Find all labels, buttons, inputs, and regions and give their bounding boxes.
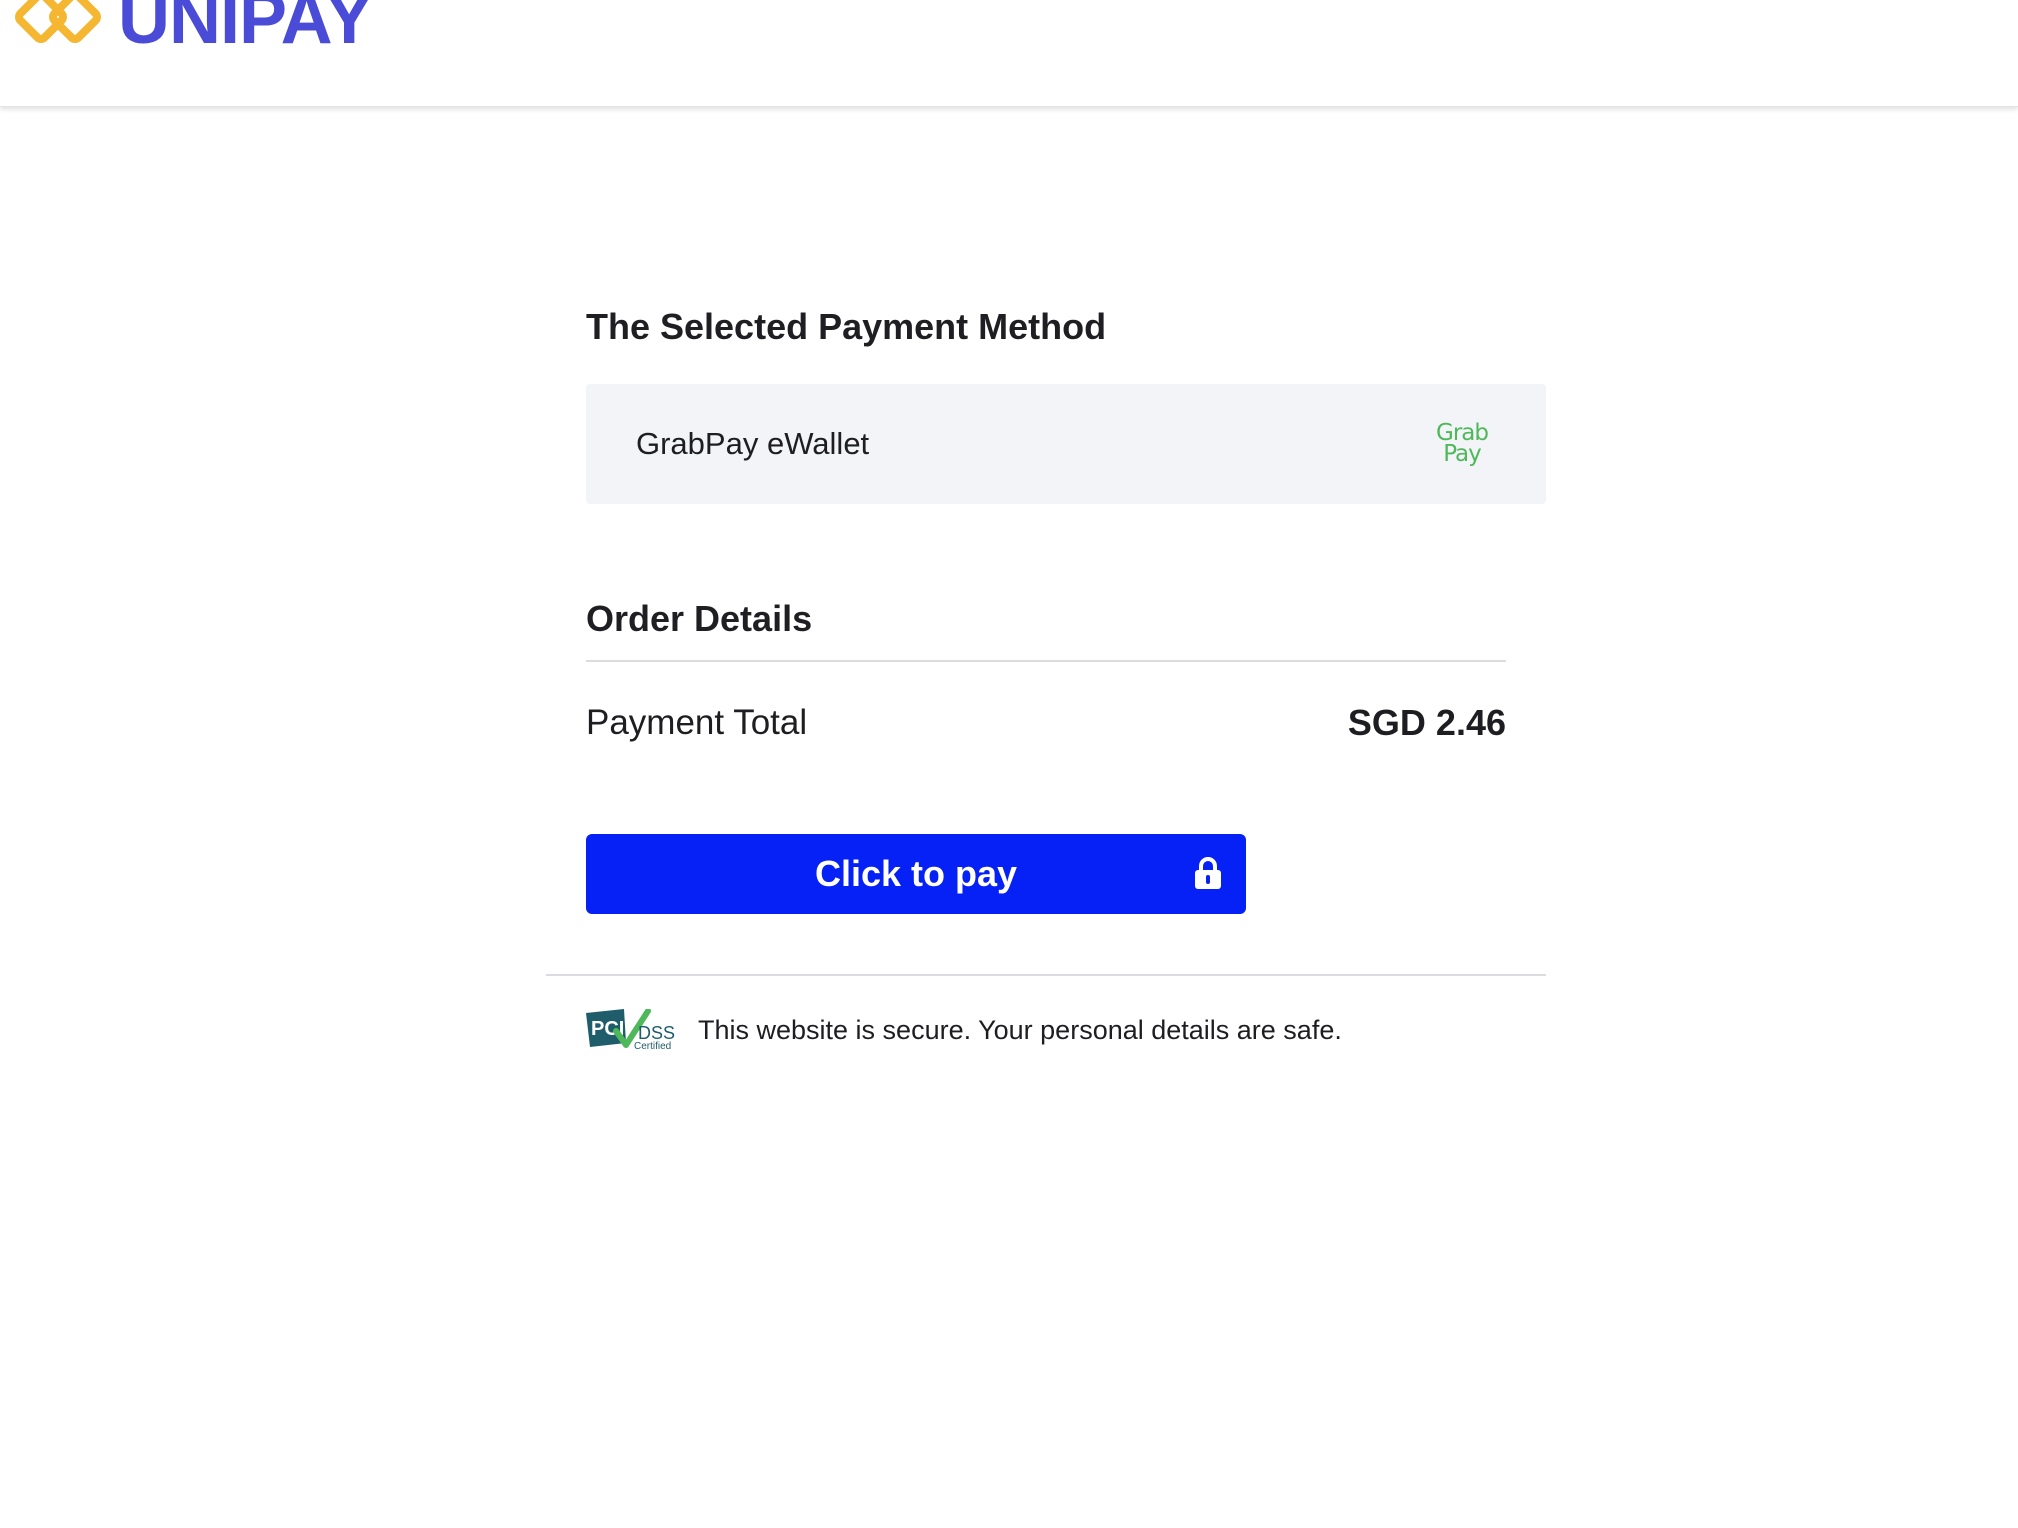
selected-payment-method-card[interactable]: GrabPay eWallet Grab Pay — [586, 384, 1546, 504]
grabpay-logo-bottom: Pay — [1443, 441, 1482, 467]
certified-badge-text: Certified — [634, 1041, 671, 1051]
grabpay-logo-icon: Grab Pay — [1432, 417, 1492, 471]
security-notice: PCI DSS Certified This website is secure… — [586, 1008, 1342, 1052]
payment-total-label: Payment Total — [586, 703, 808, 742]
payment-total-value: SGD 2.46 — [1347, 702, 1506, 743]
payment-method-title: The Selected Payment Method — [586, 306, 1107, 347]
lock-icon — [1195, 857, 1221, 889]
click-to-pay-button[interactable]: Click to pay — [586, 834, 1246, 914]
footer-divider — [546, 974, 1546, 976]
security-message: This website is secure. Your personal de… — [698, 1014, 1342, 1045]
dss-badge-text: DSS — [638, 1023, 675, 1043]
payment-total-row: Payment Total SGD 2.46 — [586, 696, 1506, 750]
order-divider — [586, 660, 1506, 662]
checkout-panel: The Selected Payment Method GrabPay eWal… — [546, 300, 1546, 1051]
pay-button-label: Click to pay — [814, 853, 1018, 894]
payment-method-name: GrabPay eWallet — [636, 426, 870, 461]
order-details-title: Order Details — [586, 598, 813, 639]
top-header: UNIPAY — [0, 0, 2018, 107]
diamond-links-icon — [15, 0, 101, 43]
unipay-logo[interactable]: UNIPAY — [12, 0, 373, 60]
brand-name: UNIPAY — [118, 0, 373, 59]
pci-dss-certified-badge: PCI DSS Certified — [586, 1009, 675, 1051]
